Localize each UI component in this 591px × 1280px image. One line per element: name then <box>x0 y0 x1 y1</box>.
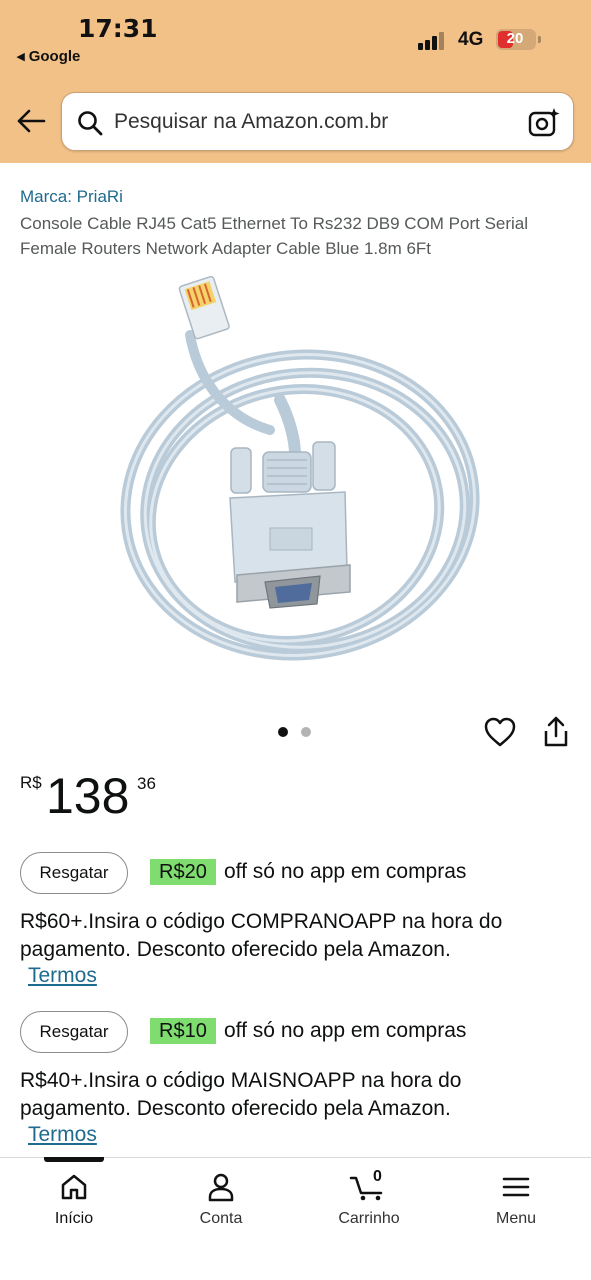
network-type: 4G <box>458 29 484 50</box>
nav-cart[interactable]: 0 Carrinho <box>309 1168 429 1252</box>
camera-search-icon[interactable] <box>527 105 561 139</box>
active-tab-indicator <box>44 1157 104 1162</box>
person-icon <box>208 1173 234 1202</box>
product-title: Console Cable RJ45 Cat5 Ethernet To Rs23… <box>20 214 529 258</box>
terms-link[interactable]: Termos <box>28 964 97 988</box>
bottom-navigation: Início Conta 0 Carrinho Menu <box>0 1157 591 1280</box>
coupon-off-text: off só no app em compras <box>224 1019 467 1042</box>
battery-icon: 20 <box>496 29 541 50</box>
brand-link[interactable]: Marca: PriaRi <box>20 187 123 207</box>
battery-nub <box>538 36 541 43</box>
redeem-button[interactable]: Resgatar <box>20 852 128 894</box>
cart-count: 0 <box>373 1168 382 1185</box>
nav-cart-label: Carrinho <box>338 1210 400 1227</box>
nav-menu[interactable]: Menu <box>456 1172 576 1252</box>
coupon-off-text: off só no app em compras <box>224 860 467 883</box>
nav-home[interactable]: Início <box>14 1172 134 1252</box>
page-dot-active[interactable] <box>278 727 288 737</box>
share-icon[interactable] <box>540 715 572 749</box>
status-time: 17:31 <box>78 14 158 43</box>
back-arrow-icon[interactable] <box>14 104 48 138</box>
nav-menu-label: Menu <box>495 1210 537 1227</box>
terms-link[interactable]: Termos <box>28 1123 97 1147</box>
nav-account-label: Conta <box>199 1210 243 1227</box>
price-cents: 36 <box>137 774 156 793</box>
cart-icon <box>349 1176 383 1201</box>
console-cable-product-image[interactable] <box>95 270 495 710</box>
status-bar: 17:31 ◂ Google 4G 20 <box>0 0 591 80</box>
coupon-description: R$40+.Insira o código MAISNOAPP na hora … <box>20 1069 462 1120</box>
coupon-description: R$60+.Insira o código COMPRANOAPP na hor… <box>20 910 503 961</box>
app-header: 17:31 ◂ Google 4G 20 <box>0 0 591 163</box>
home-icon <box>61 1174 87 1200</box>
battery-level: 20 <box>506 30 524 47</box>
back-to-app-link[interactable]: ◂ Google <box>17 47 80 65</box>
page-dot[interactable] <box>301 727 311 737</box>
coupon-amount-badge: R$20 <box>150 859 216 885</box>
price-currency: R$ <box>20 773 42 792</box>
signal-icon <box>418 32 448 50</box>
nav-home-label: Início <box>54 1210 94 1227</box>
search-icon <box>78 111 103 136</box>
nav-account[interactable]: Conta <box>161 1172 281 1252</box>
redeem-button[interactable]: Resgatar <box>20 1011 128 1053</box>
search-bar[interactable] <box>61 92 574 151</box>
price-whole: 138 <box>46 768 130 824</box>
coupon-amount-badge: R$10 <box>150 1018 216 1044</box>
search-input[interactable] <box>114 106 514 138</box>
menu-icon <box>502 1177 530 1197</box>
heart-icon[interactable] <box>483 715 517 749</box>
